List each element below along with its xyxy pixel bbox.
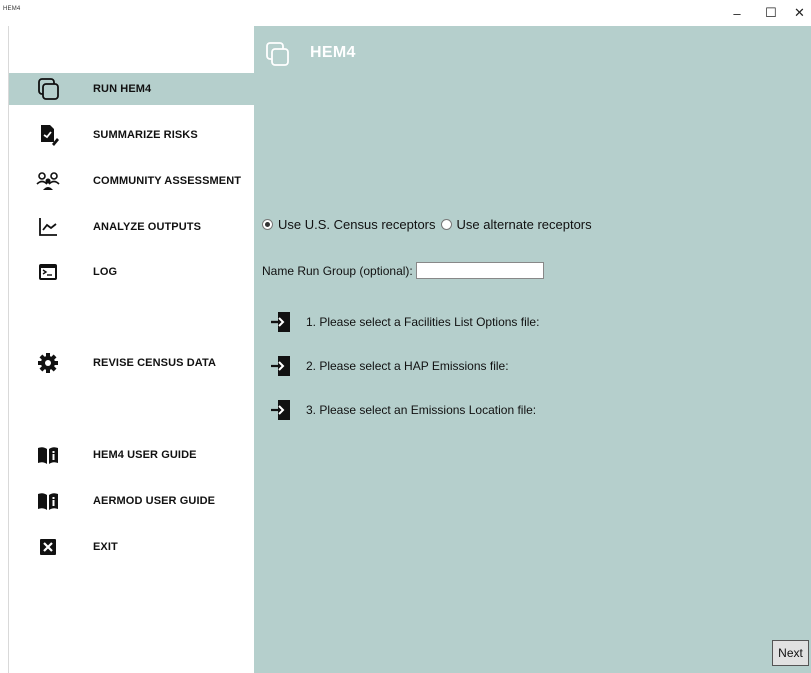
book-info-icon <box>35 442 61 468</box>
app-icon: HEM4 <box>3 6 21 12</box>
book-info-icon <box>35 488 61 514</box>
gear-icon <box>35 350 61 376</box>
sidebar: RUN HEM4 SUMMARIZE RISKS COMMUNITY ASSES… <box>9 26 254 673</box>
sidebar-item-revise-census-data[interactable]: REVISE CENSUS DATA <box>9 347 254 379</box>
sidebar-item-label: LOG <box>93 266 118 278</box>
facilities-list-label: 1. Please select a Facilities List Optio… <box>306 315 540 329</box>
sidebar-item-summarize-risks[interactable]: SUMMARIZE RISKS <box>9 119 254 151</box>
main-panel: HEM4 Use U.S. Census receptors Use alter… <box>254 26 811 673</box>
alternate-receptors-radio[interactable] <box>440 219 452 230</box>
terminal-icon <box>35 259 61 285</box>
close-box-icon <box>35 534 61 560</box>
page-title: HEM4 <box>310 44 356 61</box>
sidebar-item-hem4-user-guide[interactable]: HEM4 USER GUIDE <box>9 439 254 471</box>
receptor-options: Use U.S. Census receptors Use alternate … <box>262 217 597 232</box>
sidebar-item-label: SUMMARIZE RISKS <box>93 129 198 141</box>
sidebar-item-label: COMMUNITY ASSESSMENT <box>93 175 242 187</box>
sidebar-item-run-hem4[interactable]: RUN HEM4 <box>9 73 254 105</box>
run-window-icon <box>264 40 292 68</box>
run-group-row: Name Run Group (optional): <box>262 262 544 279</box>
alternate-receptors-label: Use alternate receptors <box>456 217 592 232</box>
census-receptors-radio[interactable] <box>262 219 273 230</box>
line-chart-icon <box>35 214 61 240</box>
file-select-icon[interactable] <box>270 310 292 334</box>
sidebar-item-label: RUN HEM4 <box>93 83 152 95</box>
hap-emissions-row: 2. Please select a HAP Emissions file: <box>270 354 509 378</box>
sidebar-item-community-assessment[interactable]: COMMUNITY ASSESSMENT <box>9 165 254 197</box>
sidebar-item-label: ANALYZE OUTPUTS <box>93 221 202 233</box>
title-bar: HEM4 – ☐ ✕ <box>0 0 811 26</box>
run-group-label: Name Run Group (optional): <box>262 263 413 278</box>
sidebar-item-label: HEM4 USER GUIDE <box>93 449 197 461</box>
run-window-icon <box>35 76 61 102</box>
emissions-location-row: 3. Please select an Emissions Location f… <box>270 398 536 422</box>
sidebar-item-label: EXIT <box>93 541 118 553</box>
close-window-button[interactable]: ✕ <box>788 0 811 26</box>
sidebar-item-label: AERMOD USER GUIDE <box>93 495 216 507</box>
sidebar-item-analyze-outputs[interactable]: ANALYZE OUTPUTS <box>9 211 254 243</box>
facilities-list-row: 1. Please select a Facilities List Optio… <box>270 310 539 334</box>
community-people-icon <box>35 168 61 194</box>
next-button[interactable]: Next <box>772 640 809 666</box>
minimize-button[interactable]: – <box>720 0 754 26</box>
hap-emissions-label: 2. Please select a HAP Emissions file: <box>306 359 509 373</box>
census-receptors-label: Use U.S. Census receptors <box>278 217 436 232</box>
file-select-icon[interactable] <box>270 398 292 422</box>
sidebar-item-log[interactable]: LOG <box>9 256 254 288</box>
sidebar-item-aermod-user-guide[interactable]: AERMOD USER GUIDE <box>9 485 254 517</box>
run-group-input[interactable] <box>415 262 544 279</box>
summarize-document-icon <box>35 122 61 148</box>
emissions-location-label: 3. Please select an Emissions Location f… <box>306 403 537 417</box>
sidebar-item-label: REVISE CENSUS DATA <box>93 357 217 369</box>
maximize-button[interactable]: ☐ <box>754 0 788 26</box>
file-select-icon[interactable] <box>270 354 292 378</box>
sidebar-item-exit[interactable]: EXIT <box>9 531 254 563</box>
